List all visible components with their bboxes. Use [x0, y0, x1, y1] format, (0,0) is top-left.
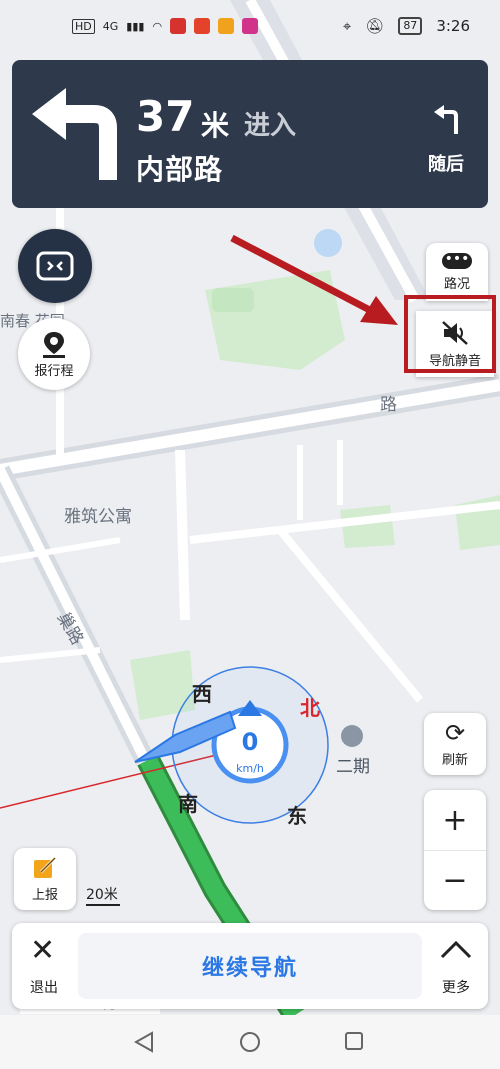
next-turn-label: 随后	[428, 154, 464, 175]
home-icon[interactable]	[239, 1031, 261, 1053]
highlight-box	[404, 295, 496, 373]
report-label: 上报	[31, 887, 58, 903]
turn-distance: 37	[136, 92, 195, 141]
network-type: 4G	[102, 19, 119, 33]
map-label-apartment: 雅筑公寓	[64, 507, 132, 527]
compass-south: 南	[178, 792, 198, 816]
status-bar: HD 4G ▮▮▮ ◠ ⌖ 🔕︎ 87 3:26	[0, 0, 500, 58]
back-icon[interactable]	[134, 1031, 154, 1053]
next-turn-left-icon	[434, 105, 458, 134]
mute-notification-icon: 🔕︎	[365, 17, 385, 35]
compass-north: 北	[300, 696, 320, 720]
location-pin-icon	[43, 331, 65, 358]
zoom-control: + −	[424, 790, 486, 910]
compass-west: 西	[192, 682, 212, 706]
app-notification-icon	[194, 18, 211, 34]
system-nav-bar	[0, 1015, 500, 1069]
scale-bar	[86, 904, 120, 906]
map-label-road: 路	[380, 395, 397, 415]
voice-assistant-button[interactable]	[18, 229, 92, 303]
map-label-phase2: 二期	[336, 757, 370, 777]
wifi-icon: ◠	[152, 19, 163, 33]
exit-label: 退出	[30, 980, 58, 996]
turn-action: 进入	[244, 111, 297, 141]
zoom-out-button[interactable]: −	[424, 851, 486, 910]
app-notification-icon	[242, 18, 259, 34]
speed-unit: km/h	[236, 762, 264, 775]
location-icon: ⌖	[342, 17, 352, 35]
refresh-button[interactable]: ⟳ 刷新	[424, 713, 486, 775]
report-trip-button[interactable]: 报行程	[18, 318, 90, 390]
zoom-in-button[interactable]: +	[424, 791, 486, 851]
traffic-label: 路况	[443, 276, 470, 292]
turn-left-icon	[32, 88, 117, 180]
edit-icon	[34, 856, 57, 878]
more-label: 更多	[442, 980, 470, 996]
battery-indicator: 87	[398, 17, 423, 35]
traffic-button[interactable]: ••• 路况	[426, 243, 488, 301]
turn-distance-unit: 米	[201, 109, 230, 142]
refresh-label: 刷新	[441, 752, 468, 768]
traffic-icon: •••	[442, 252, 472, 269]
continue-navigation-button[interactable]: 继续导航	[78, 933, 422, 999]
recent-apps-icon[interactable]	[344, 1031, 364, 1051]
scale-label: 20米	[86, 887, 118, 903]
report-trip-label: 报行程	[34, 363, 74, 379]
close-icon: ✕	[30, 933, 56, 968]
speed-value: 0	[241, 728, 259, 756]
bottom-bar: ✕ 退出 继续导航 更多	[12, 923, 488, 1009]
chevron-up-icon	[440, 940, 472, 959]
guidance-panel[interactable]: 37 米 进入 内部路 随后	[12, 60, 488, 208]
signal-icon: ▮▮▮	[126, 19, 145, 33]
road-name: 内部路	[136, 153, 224, 186]
exit-button[interactable]: ✕ 退出	[12, 923, 76, 1009]
refresh-icon: ⟳	[444, 718, 466, 747]
app-notification-icon	[218, 18, 235, 34]
more-button[interactable]: 更多	[424, 923, 488, 1009]
app-notification-icon	[170, 18, 187, 34]
report-button[interactable]: 上报	[14, 848, 76, 910]
hd-indicator: HD	[72, 18, 95, 34]
clock: 3:26	[436, 17, 470, 35]
residence-icon	[341, 725, 363, 747]
robot-icon	[36, 251, 74, 281]
compass-east: 东	[287, 804, 307, 828]
